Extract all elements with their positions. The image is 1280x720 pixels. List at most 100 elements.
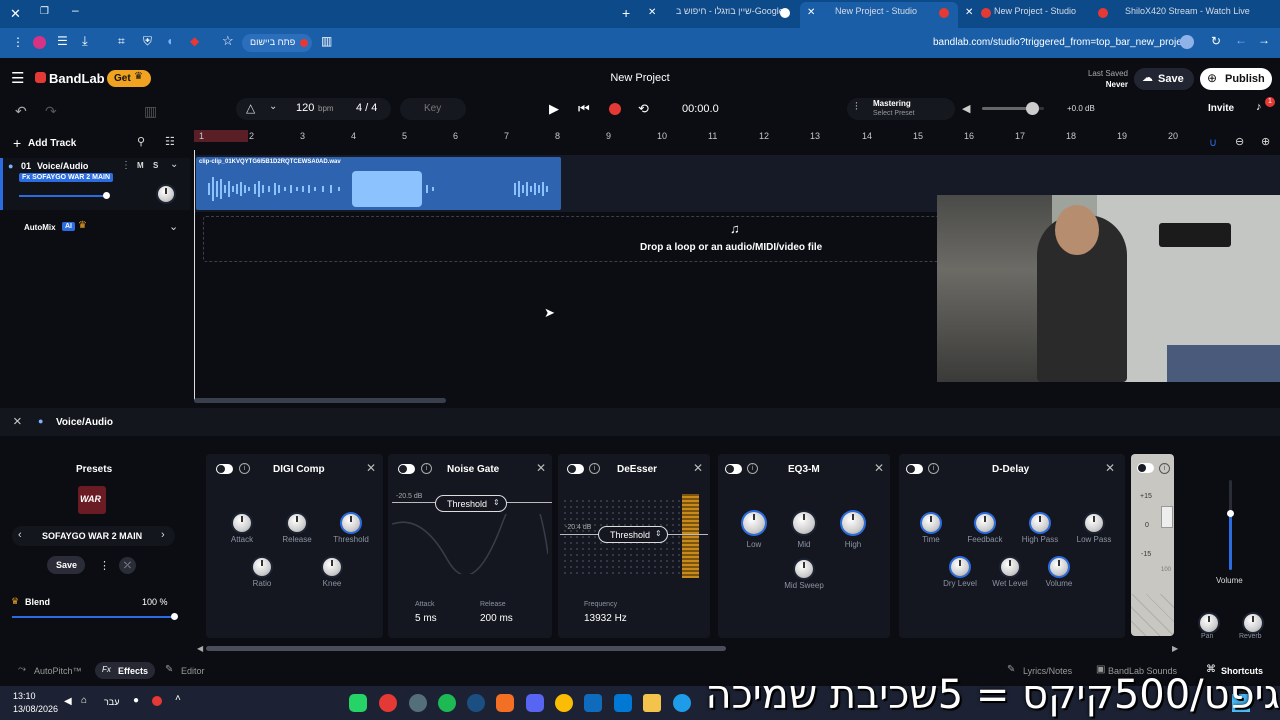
invite-button[interactable]: Invite bbox=[1208, 103, 1234, 114]
track-menu-icon[interactable]: ⋮ bbox=[121, 160, 131, 171]
speaker-icon[interactable]: ◀ bbox=[962, 102, 970, 115]
outlook-icon[interactable] bbox=[584, 694, 602, 712]
release-knob[interactable] bbox=[288, 514, 306, 532]
effects-scrollbar[interactable] bbox=[206, 646, 726, 651]
discord-icon[interactable] bbox=[526, 694, 544, 712]
mid-knob[interactable] bbox=[793, 512, 815, 534]
skip-back-icon[interactable]: ⏮ bbox=[578, 101, 590, 117]
low-knob[interactable] bbox=[743, 512, 765, 534]
play-icon[interactable]: ▶ bbox=[549, 101, 559, 117]
add-icon[interactable]: + bbox=[13, 135, 21, 151]
edge-icon[interactable] bbox=[673, 694, 691, 712]
star-icon[interactable]: ☆ bbox=[222, 33, 234, 49]
close-window-icon[interactable]: ✕ bbox=[10, 6, 21, 22]
digi-comp-toggle[interactable] bbox=[216, 464, 233, 474]
extension-icon[interactable] bbox=[33, 36, 46, 49]
piano-icon[interactable]: ▥ bbox=[144, 103, 157, 120]
effects-scroll-right-icon[interactable]: ▶ bbox=[1172, 644, 1178, 653]
blend-slider[interactable] bbox=[12, 613, 178, 620]
extra-effect-toggle[interactable] bbox=[1137, 463, 1154, 473]
audio-clip[interactable]: clip-clip_01KVQYTG6I5B1D2RQTCEWSA0AD.wav bbox=[196, 157, 561, 210]
info-icon[interactable]: i bbox=[747, 463, 758, 474]
hamburger-icon[interactable]: ☰ bbox=[11, 69, 24, 87]
track-name[interactable]: Voice/Audio bbox=[37, 161, 88, 171]
mic-extension-icon[interactable]: ◖ bbox=[166, 34, 173, 48]
close-effect-icon[interactable]: ✕ bbox=[366, 461, 376, 475]
tab-stream[interactable]: ShiloX420 Stream - Watch Live bbox=[1125, 6, 1250, 22]
close-effect-icon[interactable]: ✕ bbox=[536, 461, 546, 475]
tab-new-project[interactable]: New Project - Studio bbox=[994, 6, 1076, 22]
preset-save-button[interactable]: Save bbox=[47, 556, 85, 574]
reverb-knob[interactable] bbox=[1244, 614, 1262, 632]
master-volume-thumb[interactable] bbox=[1025, 102, 1039, 115]
reset-icon[interactable]: ⤫ bbox=[119, 557, 136, 574]
low-pass-knob[interactable] bbox=[1085, 514, 1103, 532]
new-tab-icon[interactable]: + bbox=[622, 5, 630, 21]
volume-fader[interactable] bbox=[1227, 480, 1234, 570]
wand-icon[interactable]: ⚲ bbox=[137, 135, 145, 148]
app-icon[interactable] bbox=[409, 694, 427, 712]
info-icon[interactable]: i bbox=[421, 463, 432, 474]
effects-tab[interactable]: Fx Effects bbox=[95, 662, 155, 679]
chevron-right-icon[interactable]: › bbox=[161, 529, 165, 541]
dry-level-knob[interactable] bbox=[951, 558, 969, 576]
filter-icon[interactable]: ☷ bbox=[165, 135, 175, 148]
volume-knob[interactable] bbox=[1050, 558, 1068, 576]
playlist-icon[interactable]: ☰ bbox=[57, 34, 68, 48]
solo-button[interactable]: S bbox=[153, 161, 158, 170]
tab-close-icon[interactable]: ✕ bbox=[965, 7, 973, 18]
tab-close-icon[interactable]: ✕ bbox=[807, 7, 815, 18]
time-signature[interactable]: 4 / 4 bbox=[356, 102, 377, 114]
deesser-toggle[interactable] bbox=[567, 464, 584, 474]
close-panel-button[interactable]: × bbox=[13, 413, 22, 430]
steam-icon[interactable] bbox=[467, 694, 485, 712]
automix-label[interactable]: AutoMix bbox=[24, 223, 56, 232]
project-title[interactable]: New Project bbox=[600, 72, 680, 84]
horizontal-scrollbar[interactable] bbox=[194, 398, 446, 403]
add-track-button[interactable]: Add Track bbox=[28, 138, 76, 149]
save-button[interactable]: ☁ Save bbox=[1134, 68, 1194, 90]
autopitch-tab[interactable]: AutoPitch™ bbox=[34, 666, 82, 676]
chevron-down-icon[interactable]: ⌄ bbox=[169, 220, 178, 233]
folder-icon[interactable] bbox=[643, 694, 661, 712]
knee-knob[interactable] bbox=[323, 558, 341, 576]
threshold-knob[interactable] bbox=[342, 514, 360, 532]
soundcloud-icon[interactable] bbox=[496, 694, 514, 712]
back-icon[interactable]: ← bbox=[1235, 33, 1247, 47]
get-button[interactable]: Get ♛ bbox=[107, 70, 151, 87]
mid-sweep-knob[interactable] bbox=[795, 560, 813, 578]
publish-button[interactable]: ⊕ Publish bbox=[1200, 68, 1272, 90]
preset-selector[interactable]: ‹ SOFAYGO WAR 2 MAIN › bbox=[12, 526, 175, 546]
crop-icon[interactable]: ⌗ bbox=[118, 34, 125, 49]
attack-knob[interactable] bbox=[233, 514, 251, 532]
ratio-knob[interactable] bbox=[253, 558, 271, 576]
zoom-in-icon[interactable]: ⊕ bbox=[1261, 135, 1270, 148]
bell-icon[interactable]: ♪ bbox=[1256, 101, 1262, 113]
close-effect-icon[interactable]: ✕ bbox=[874, 461, 884, 475]
ddelay-toggle[interactable] bbox=[906, 464, 923, 474]
redo-icon[interactable]: ↷ bbox=[45, 103, 57, 120]
feedback-knob[interactable] bbox=[976, 514, 994, 532]
download-icon[interactable]: ⤓ bbox=[82, 33, 88, 49]
store-icon[interactable] bbox=[614, 694, 632, 712]
whatsapp-icon[interactable] bbox=[349, 694, 367, 712]
zoom-out-icon[interactable]: ⊖ bbox=[1235, 135, 1244, 148]
master-volume-slider[interactable] bbox=[982, 102, 1044, 115]
noise-gate-toggle[interactable] bbox=[398, 464, 415, 474]
chrome-icon[interactable] bbox=[555, 694, 573, 712]
mic-tray-icon[interactable]: ● bbox=[133, 695, 139, 706]
track-volume-thumb[interactable] bbox=[103, 192, 110, 199]
info-icon[interactable]: i bbox=[239, 463, 250, 474]
track-volume-slider[interactable] bbox=[19, 195, 107, 197]
record-tray-icon[interactable] bbox=[152, 696, 162, 706]
chevron-down-icon[interactable]: ⌄ bbox=[170, 159, 178, 170]
info-icon[interactable]: i bbox=[1159, 463, 1170, 474]
bandlab-extension-icon[interactable]: ◆ bbox=[190, 34, 199, 48]
spotify-icon[interactable] bbox=[438, 694, 456, 712]
blend-thumb[interactable] bbox=[171, 613, 178, 620]
reader-icon[interactable]: ▥ bbox=[321, 34, 332, 48]
tab-close-icon[interactable]: ✕ bbox=[648, 7, 656, 18]
attack-value[interactable]: 5 ms bbox=[415, 613, 437, 624]
wet-level-knob[interactable] bbox=[1001, 558, 1019, 576]
close-effect-icon[interactable]: ✕ bbox=[1105, 461, 1115, 475]
